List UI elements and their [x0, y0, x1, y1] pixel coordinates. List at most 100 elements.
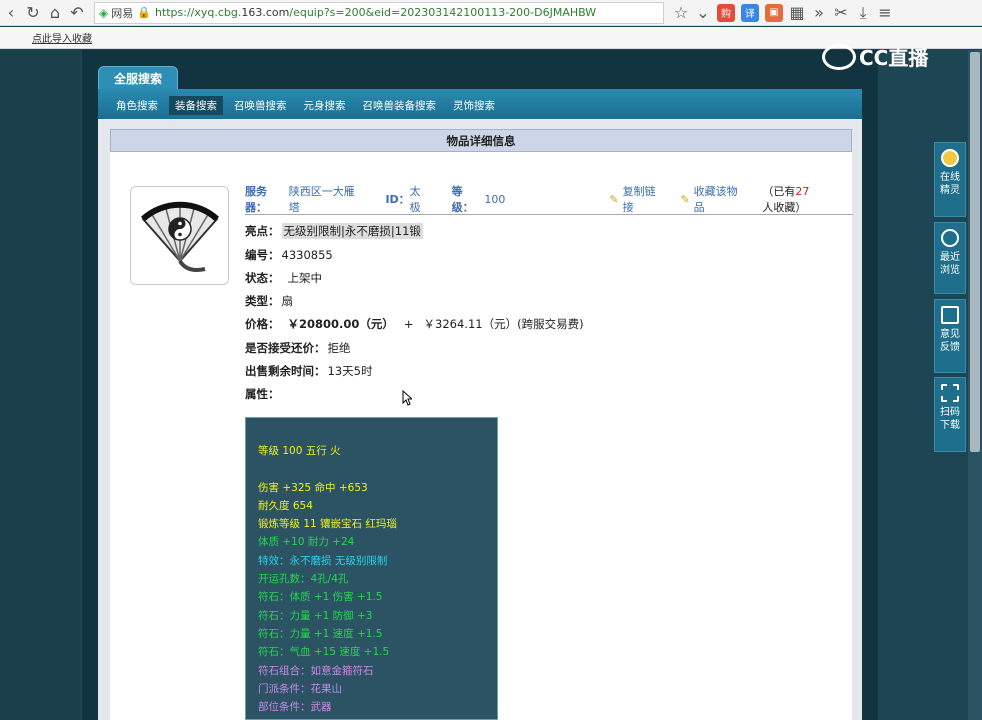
attr-line: 开运孔数：4孔/4孔 — [258, 573, 349, 586]
field-id: 编号： 4330855 — [245, 247, 333, 263]
attr-line: 门派条件：花果山 — [258, 682, 342, 695]
price-value: ￥20800.00（元） — [287, 317, 394, 331]
time-label: 出售剩余时间： — [245, 364, 326, 378]
field-attributes: 属性： — [245, 386, 280, 402]
level-label: 等级： — [451, 185, 474, 214]
nav-pet-equip-search[interactable]: 召唤兽装备搜索 — [357, 96, 443, 115]
cc-live-logo: CC直播 — [822, 42, 928, 71]
status-label: 状态： — [245, 271, 280, 285]
id-value: 太极 — [409, 185, 421, 214]
undo-icon[interactable]: ↶ — [66, 2, 88, 24]
home-icon[interactable]: ⌂ — [44, 2, 66, 24]
type-label: 类型： — [245, 294, 280, 308]
lock-icon: 🔒 — [137, 6, 151, 19]
item-id-label: 编号： — [245, 248, 280, 262]
favorite-count-suffix: 人收藏） — [762, 201, 807, 214]
site-label: 网易 — [111, 6, 134, 20]
refresh-icon[interactable]: ↻ — [22, 2, 44, 24]
price-fee: ￥3264.11（元）(跨服交易费) — [423, 317, 584, 331]
game-ext-icon[interactable]: ▣ — [765, 3, 783, 22]
left-strip — [0, 50, 80, 720]
side-label: 最近 — [940, 252, 960, 263]
chevron-down-icon[interactable]: ⌄ — [692, 2, 714, 24]
favorite-count-prefix: （已有 — [762, 185, 796, 198]
star-icon[interactable]: ☆ — [670, 2, 692, 24]
scan-icon — [941, 384, 959, 402]
url-path: /equip?s=200&eid=202303142100113-200-D6J… — [289, 6, 597, 19]
item-id-value: 4330855 — [281, 248, 333, 262]
edit-icon — [941, 306, 959, 324]
attribute-box: 等级 100 五行 火 伤害 +325 命中 +653 耐久度 654 锻炼等级… — [245, 417, 498, 720]
favorite-count: （已有27 人收藏） — [762, 183, 853, 215]
back-icon[interactable]: ‹ — [0, 2, 22, 24]
field-bargain: 是否接受还价： 拒绝 — [245, 340, 351, 356]
address-bar[interactable]: ◈ 网易 🔒 https://xyq.cbg. 163.com/equip?s=2… — [94, 1, 664, 24]
clock-icon — [941, 229, 959, 247]
nav-pet-search[interactable]: 召唤兽搜索 — [228, 96, 293, 115]
nav-ornament-search[interactable]: 灵饰搜索 — [447, 96, 501, 115]
download-icon[interactable]: ⤓ — [852, 2, 874, 24]
side-label: 下载 — [940, 420, 960, 431]
mouse-cursor-icon — [402, 390, 412, 406]
cc-ring-icon — [822, 43, 856, 70]
attr-line: 符石：体质 +1 伤害 +1.5 — [258, 591, 383, 604]
link-icon: ✎ — [609, 192, 619, 206]
type-value: 扇 — [281, 294, 294, 308]
attr-line: 特效：永不磨损 无级别限制 — [258, 554, 388, 567]
nav-equip-search[interactable]: 装备搜索 — [169, 96, 223, 115]
side-label: 浏览 — [940, 265, 960, 276]
bargain-label: 是否接受还价： — [245, 341, 326, 355]
attr-line: 锻炼等级 11 镶嵌宝石 红玛瑙 — [258, 518, 397, 531]
attr-line: 符石组合：如意金箍符石 — [258, 664, 374, 677]
side-label: 反馈 — [940, 342, 960, 353]
bargain-value: 拒绝 — [327, 341, 351, 355]
attr-line: 体质 +10 耐力 +24 — [258, 536, 355, 549]
tab-global-search[interactable]: 全服搜索 — [98, 66, 178, 90]
level-value: 100 — [484, 192, 506, 206]
url-prefix: https://xyq.cbg. — [154, 6, 242, 19]
nav-role-search[interactable]: 角色搜索 — [110, 96, 164, 115]
server-label: 服务器： — [245, 185, 267, 214]
more-icon[interactable]: » — [808, 2, 830, 24]
id-label: ID： — [385, 193, 410, 206]
server-value: 陕西区一大雁塔 — [288, 185, 355, 214]
fan-icon — [140, 201, 219, 272]
side-feedback[interactable]: 意见 反馈 — [934, 299, 966, 373]
price-label: 价格： — [245, 317, 280, 331]
side-recent-browse[interactable]: 最近 浏览 — [934, 222, 966, 294]
side-label: 精灵 — [940, 185, 960, 196]
attr-line — [258, 460, 497, 478]
highlight-value: 无级别限制|永不磨损|11锻 — [281, 223, 423, 239]
highlight-label: 亮点： — [245, 224, 280, 238]
status-value: 上架中 — [287, 271, 323, 285]
favorite-count-number: 27 — [795, 185, 810, 198]
browser-toolbar: ‹ ↻ ⌂ ↶ ◈ 网易 🔒 https://xyq.cbg. 163.com/e… — [0, 0, 982, 26]
shopping-ext-icon[interactable]: 购 — [717, 3, 735, 22]
copy-link-button[interactable]: 复制链接 — [623, 183, 667, 215]
attributes-label: 属性： — [245, 387, 280, 401]
side-label: 意见 — [940, 329, 960, 340]
side-online-assistant[interactable]: 在线 精灵 — [934, 142, 966, 217]
scrollbar-thumb[interactable] — [970, 52, 980, 452]
attr-line: 等级 100 五行 火 — [258, 445, 341, 457]
nav-yuanshen-search[interactable]: 元身搜索 — [298, 96, 352, 115]
apps-icon[interactable]: ▦ — [786, 2, 808, 24]
field-type: 类型： 扇 — [245, 293, 293, 309]
attr-line: 符石：气血 +15 速度 +1.5 — [258, 646, 390, 659]
seller-info: 服务器： 陕西区一大雁塔 ID： 太极 等级： 100 ✎ 复制链接 ✎ 收藏该… — [245, 185, 853, 214]
field-time: 出售剩余时间： 13天5时 — [245, 363, 372, 379]
import-bookmarks-link[interactable]: 点此导入收藏 — [32, 30, 92, 45]
attr-line: 符石：力量 +1 防御 +3 — [258, 609, 373, 622]
item-image — [130, 186, 229, 285]
favorite-button[interactable]: 收藏该物品 — [694, 183, 749, 215]
detail-header: 物品详细信息 — [110, 129, 852, 152]
search-nav: 角色搜索 装备搜索 召唤兽搜索 元身搜索 召唤兽装备搜索 灵饰搜索 — [98, 89, 862, 119]
side-scan-download[interactable]: 扫码 下载 — [934, 377, 966, 452]
shield-icon: ◈ — [99, 5, 109, 20]
price-plus: + — [403, 317, 414, 331]
menu-icon[interactable]: ≡ — [874, 2, 896, 24]
cut-icon[interactable]: ✂ — [830, 2, 852, 24]
attr-line: 符石：力量 +1 速度 +1.5 — [258, 627, 383, 640]
logo-text: CC直播 — [859, 46, 929, 70]
translate-ext-icon[interactable]: 译 — [741, 3, 759, 22]
